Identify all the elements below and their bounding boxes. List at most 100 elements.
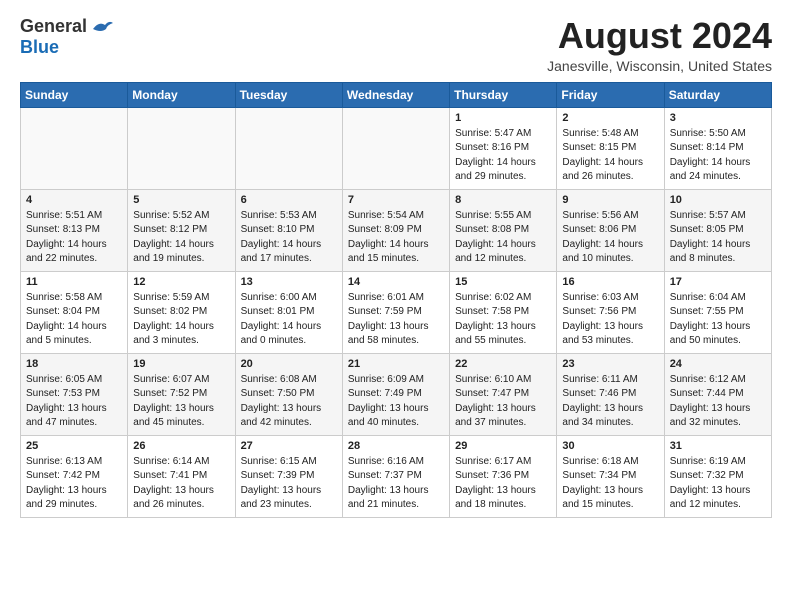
calendar-cell: 28 Sunrise: 6:16 AM Sunset: 7:37 PM Dayli… — [342, 435, 449, 517]
calendar-cell: 20 Sunrise: 6:08 AM Sunset: 7:50 PM Dayli… — [235, 353, 342, 435]
location-subtitle: Janesville, Wisconsin, United States — [547, 58, 772, 74]
cell-sun-info: Sunrise: 5:53 AM Sunset: 8:10 PM Dayligh… — [241, 209, 337, 267]
day-number: 27 — [241, 440, 337, 452]
logo-blue-text: Blue — [20, 37, 59, 58]
calendar-cell: 16 Sunrise: 6:03 AM Sunset: 7:56 PM Dayli… — [557, 271, 664, 353]
day-number: 25 — [26, 440, 122, 452]
logo-bird-icon — [91, 19, 113, 37]
day-number: 2 — [562, 112, 658, 124]
day-number: 5 — [133, 194, 229, 206]
cell-sun-info: Sunrise: 5:52 AM Sunset: 8:12 PM Dayligh… — [133, 209, 229, 267]
page-header: General Blue August 2024 Janesville, Wis… — [20, 16, 772, 74]
cell-sun-info: Sunrise: 6:14 AM Sunset: 7:41 PM Dayligh… — [133, 455, 229, 513]
cell-sun-info: Sunrise: 5:57 AM Sunset: 8:05 PM Dayligh… — [670, 209, 766, 267]
cell-sun-info: Sunrise: 5:54 AM Sunset: 8:09 PM Dayligh… — [348, 209, 444, 267]
cell-sun-info: Sunrise: 5:58 AM Sunset: 8:04 PM Dayligh… — [26, 291, 122, 349]
cell-sun-info: Sunrise: 6:15 AM Sunset: 7:39 PM Dayligh… — [241, 455, 337, 513]
cell-sun-info: Sunrise: 6:17 AM Sunset: 7:36 PM Dayligh… — [455, 455, 551, 513]
cell-sun-info: Sunrise: 6:08 AM Sunset: 7:50 PM Dayligh… — [241, 373, 337, 431]
day-number: 12 — [133, 276, 229, 288]
header-row: SundayMondayTuesdayWednesdayThursdayFrid… — [21, 82, 772, 107]
day-number: 15 — [455, 276, 551, 288]
cell-sun-info: Sunrise: 6:18 AM Sunset: 7:34 PM Dayligh… — [562, 455, 658, 513]
cell-sun-info: Sunrise: 5:51 AM Sunset: 8:13 PM Dayligh… — [26, 209, 122, 267]
day-number: 29 — [455, 440, 551, 452]
calendar-cell: 27 Sunrise: 6:15 AM Sunset: 7:39 PM Dayli… — [235, 435, 342, 517]
cell-sun-info: Sunrise: 5:48 AM Sunset: 8:15 PM Dayligh… — [562, 127, 658, 185]
calendar-table: SundayMondayTuesdayWednesdayThursdayFrid… — [20, 82, 772, 518]
day-number: 18 — [26, 358, 122, 370]
calendar-cell: 19 Sunrise: 6:07 AM Sunset: 7:52 PM Dayli… — [128, 353, 235, 435]
day-number: 31 — [670, 440, 766, 452]
calendar-cell: 21Sunrise: 6:09 AM Sunset: 7:49 PM Dayli… — [342, 353, 449, 435]
calendar-cell: 12 Sunrise: 5:59 AM Sunset: 8:02 PM Dayli… — [128, 271, 235, 353]
cell-sun-info: Sunrise: 5:55 AM Sunset: 8:08 PM Dayligh… — [455, 209, 551, 267]
month-year-title: August 2024 — [547, 16, 772, 56]
cell-sun-info: Sunrise: 6:00 AM Sunset: 8:01 PM Dayligh… — [241, 291, 337, 349]
cell-sun-info: Sunrise: 6:10 AM Sunset: 7:47 PM Dayligh… — [455, 373, 551, 431]
title-section: August 2024 Janesville, Wisconsin, Unite… — [547, 16, 772, 74]
day-number: 23 — [562, 358, 658, 370]
calendar-week-row: 11 Sunrise: 5:58 AM Sunset: 8:04 PM Dayli… — [21, 271, 772, 353]
calendar-week-row: 25 Sunrise: 6:13 AM Sunset: 7:42 PM Dayli… — [21, 435, 772, 517]
calendar-week-row: 1 Sunrise: 5:47 AM Sunset: 8:16 PM Daylig… — [21, 107, 772, 189]
day-number: 26 — [133, 440, 229, 452]
col-header-saturday: Saturday — [664, 82, 771, 107]
calendar-cell: 10 Sunrise: 5:57 AM Sunset: 8:05 PM Dayli… — [664, 189, 771, 271]
day-number: 10 — [670, 194, 766, 206]
cell-sun-info: Sunrise: 5:59 AM Sunset: 8:02 PM Dayligh… — [133, 291, 229, 349]
cell-sun-info: Sunrise: 6:03 AM Sunset: 7:56 PM Dayligh… — [562, 291, 658, 349]
col-header-sunday: Sunday — [21, 82, 128, 107]
calendar-week-row: 18 Sunrise: 6:05 AM Sunset: 7:53 PM Dayli… — [21, 353, 772, 435]
cell-sun-info: Sunrise: 6:13 AM Sunset: 7:42 PM Dayligh… — [26, 455, 122, 513]
cell-sun-info: Sunrise: 6:02 AM Sunset: 7:58 PM Dayligh… — [455, 291, 551, 349]
calendar-cell — [342, 107, 449, 189]
cell-sun-info: Sunrise: 6:16 AM Sunset: 7:37 PM Dayligh… — [348, 455, 444, 513]
calendar-cell: 25 Sunrise: 6:13 AM Sunset: 7:42 PM Dayli… — [21, 435, 128, 517]
calendar-cell: 30Sunrise: 6:18 AM Sunset: 7:34 PM Dayli… — [557, 435, 664, 517]
col-header-monday: Monday — [128, 82, 235, 107]
day-number: 3 — [670, 112, 766, 124]
day-number: 11 — [26, 276, 122, 288]
cell-sun-info: Sunrise: 6:19 AM Sunset: 7:32 PM Dayligh… — [670, 455, 766, 513]
calendar-cell — [128, 107, 235, 189]
cell-sun-info: Sunrise: 6:11 AM Sunset: 7:46 PM Dayligh… — [562, 373, 658, 431]
calendar-cell: 3 Sunrise: 5:50 AM Sunset: 8:14 PM Daylig… — [664, 107, 771, 189]
cell-sun-info: Sunrise: 6:05 AM Sunset: 7:53 PM Dayligh… — [26, 373, 122, 431]
cell-sun-info: Sunrise: 5:50 AM Sunset: 8:14 PM Dayligh… — [670, 127, 766, 185]
calendar-cell: 23 Sunrise: 6:11 AM Sunset: 7:46 PM Dayli… — [557, 353, 664, 435]
day-number: 14 — [348, 276, 444, 288]
day-number: 20 — [241, 358, 337, 370]
logo-general-text: General — [20, 16, 87, 37]
calendar-header: SundayMondayTuesdayWednesdayThursdayFrid… — [21, 82, 772, 107]
col-header-friday: Friday — [557, 82, 664, 107]
calendar-cell: 8 Sunrise: 5:55 AM Sunset: 8:08 PM Daylig… — [450, 189, 557, 271]
calendar-cell: 2 Sunrise: 5:48 AM Sunset: 8:15 PM Daylig… — [557, 107, 664, 189]
cell-sun-info: Sunrise: 5:56 AM Sunset: 8:06 PM Dayligh… — [562, 209, 658, 267]
col-header-wednesday: Wednesday — [342, 82, 449, 107]
day-number: 19 — [133, 358, 229, 370]
cell-sun-info: Sunrise: 5:47 AM Sunset: 8:16 PM Dayligh… — [455, 127, 551, 185]
day-number: 8 — [455, 194, 551, 206]
day-number: 1 — [455, 112, 551, 124]
calendar-cell: 6Sunrise: 5:53 AM Sunset: 8:10 PM Daylig… — [235, 189, 342, 271]
day-number: 17 — [670, 276, 766, 288]
calendar-cell: 5 Sunrise: 5:52 AM Sunset: 8:12 PM Daylig… — [128, 189, 235, 271]
calendar-cell: 29 Sunrise: 6:17 AM Sunset: 7:36 PM Dayli… — [450, 435, 557, 517]
calendar-cell: 15 Sunrise: 6:02 AM Sunset: 7:58 PM Dayli… — [450, 271, 557, 353]
cell-sun-info: Sunrise: 6:07 AM Sunset: 7:52 PM Dayligh… — [133, 373, 229, 431]
calendar-cell: 4 Sunrise: 5:51 AM Sunset: 8:13 PM Daylig… — [21, 189, 128, 271]
logo: General Blue — [20, 16, 113, 58]
calendar-cell: 1 Sunrise: 5:47 AM Sunset: 8:16 PM Daylig… — [450, 107, 557, 189]
col-header-tuesday: Tuesday — [235, 82, 342, 107]
day-number: 4 — [26, 194, 122, 206]
cell-sun-info: Sunrise: 6:04 AM Sunset: 7:55 PM Dayligh… — [670, 291, 766, 349]
calendar-cell — [21, 107, 128, 189]
calendar-cell: 9Sunrise: 5:56 AM Sunset: 8:06 PM Daylig… — [557, 189, 664, 271]
day-number: 16 — [562, 276, 658, 288]
calendar-cell: 7Sunrise: 5:54 AM Sunset: 8:09 PM Daylig… — [342, 189, 449, 271]
day-number: 28 — [348, 440, 444, 452]
day-number: 24 — [670, 358, 766, 370]
calendar-cell: 26 Sunrise: 6:14 AM Sunset: 7:41 PM Dayli… — [128, 435, 235, 517]
calendar-cell: 13Sunrise: 6:00 AM Sunset: 8:01 PM Dayli… — [235, 271, 342, 353]
